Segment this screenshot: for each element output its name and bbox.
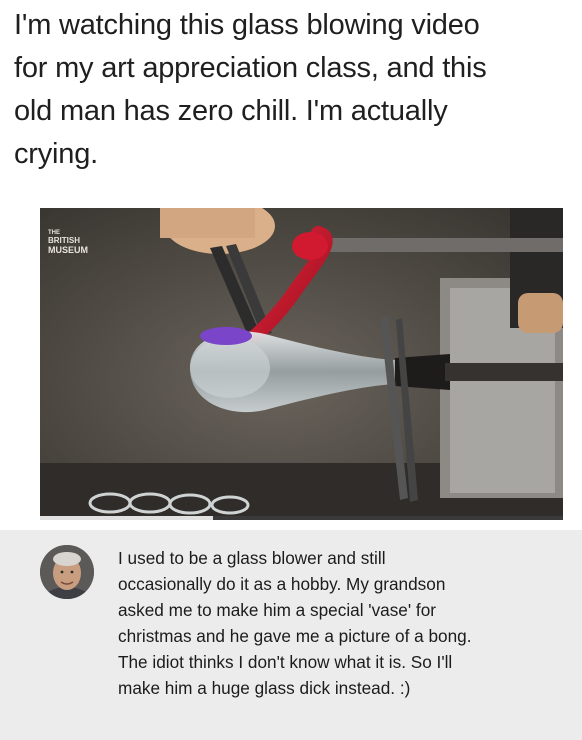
video-progress-fill xyxy=(40,516,213,520)
comment-text: I used to be a glass blower and still oc… xyxy=(118,548,472,698)
avatar-photo xyxy=(40,545,94,599)
video-frame: THE BRITISH MUSEUM xyxy=(40,208,563,520)
video-player[interactable]: THE BRITISH MUSEUM xyxy=(40,208,563,520)
watermark-line-2: BRITISH xyxy=(48,236,80,245)
post-caption: I'm watching this glass blowing video fo… xyxy=(14,9,487,170)
watermark-line-3: MUSEUM xyxy=(48,245,88,255)
video-progress-bar[interactable] xyxy=(40,516,563,520)
post: I'm watching this glass blowing video fo… xyxy=(0,0,582,740)
avatar[interactable] xyxy=(40,545,94,599)
